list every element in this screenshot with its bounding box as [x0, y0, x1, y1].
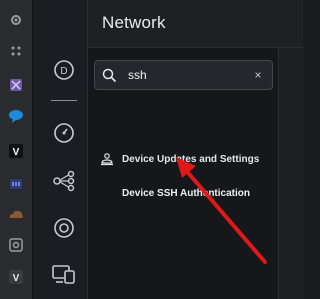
search-result-device-ssh-authentication[interactable]: Device SSH Authentication	[122, 188, 250, 199]
result-group-label: Device Updates and Settings	[122, 153, 260, 165]
result-group-device-updates[interactable]: Device Updates and Settings	[100, 152, 259, 166]
cloud-icon[interactable]	[8, 206, 24, 222]
devices-icon[interactable]	[51, 261, 77, 287]
svg-text:V: V	[13, 147, 20, 158]
page-title: Network	[102, 13, 166, 32]
app-header: Network	[88, 0, 303, 48]
v-icon[interactable]: V	[8, 143, 24, 159]
search-input[interactable]	[128, 68, 248, 82]
camera-icon[interactable]	[8, 237, 24, 253]
speedometer-icon[interactable]	[51, 120, 77, 146]
app-window: V V D Network ssh × Device Updates and S…	[0, 0, 303, 299]
os-launcher: V V	[0, 0, 33, 299]
svg-text:D: D	[60, 66, 67, 77]
grid-icon[interactable]	[8, 77, 24, 93]
clear-search-button[interactable]: ×	[250, 67, 266, 83]
search-icon	[102, 68, 117, 83]
v-icon[interactable]: V	[8, 269, 24, 285]
svg-text:V: V	[13, 273, 20, 284]
search-box[interactable]: ×	[94, 60, 273, 90]
gear-icon[interactable]	[8, 12, 24, 28]
topology-icon[interactable]	[51, 168, 77, 194]
app-sidebar: D	[41, 0, 88, 299]
settings-search-panel: × Device Updates and Settings Device SSH…	[88, 48, 279, 299]
content-area	[279, 48, 303, 299]
device-settings-icon	[101, 153, 113, 166]
media-icon[interactable]	[8, 176, 24, 192]
target-icon[interactable]	[51, 215, 77, 241]
sidebar-divider	[51, 100, 77, 101]
dots-icon[interactable]	[8, 43, 24, 59]
slack-icon[interactable]	[8, 108, 24, 124]
dashboard-icon[interactable]: D	[51, 57, 77, 83]
